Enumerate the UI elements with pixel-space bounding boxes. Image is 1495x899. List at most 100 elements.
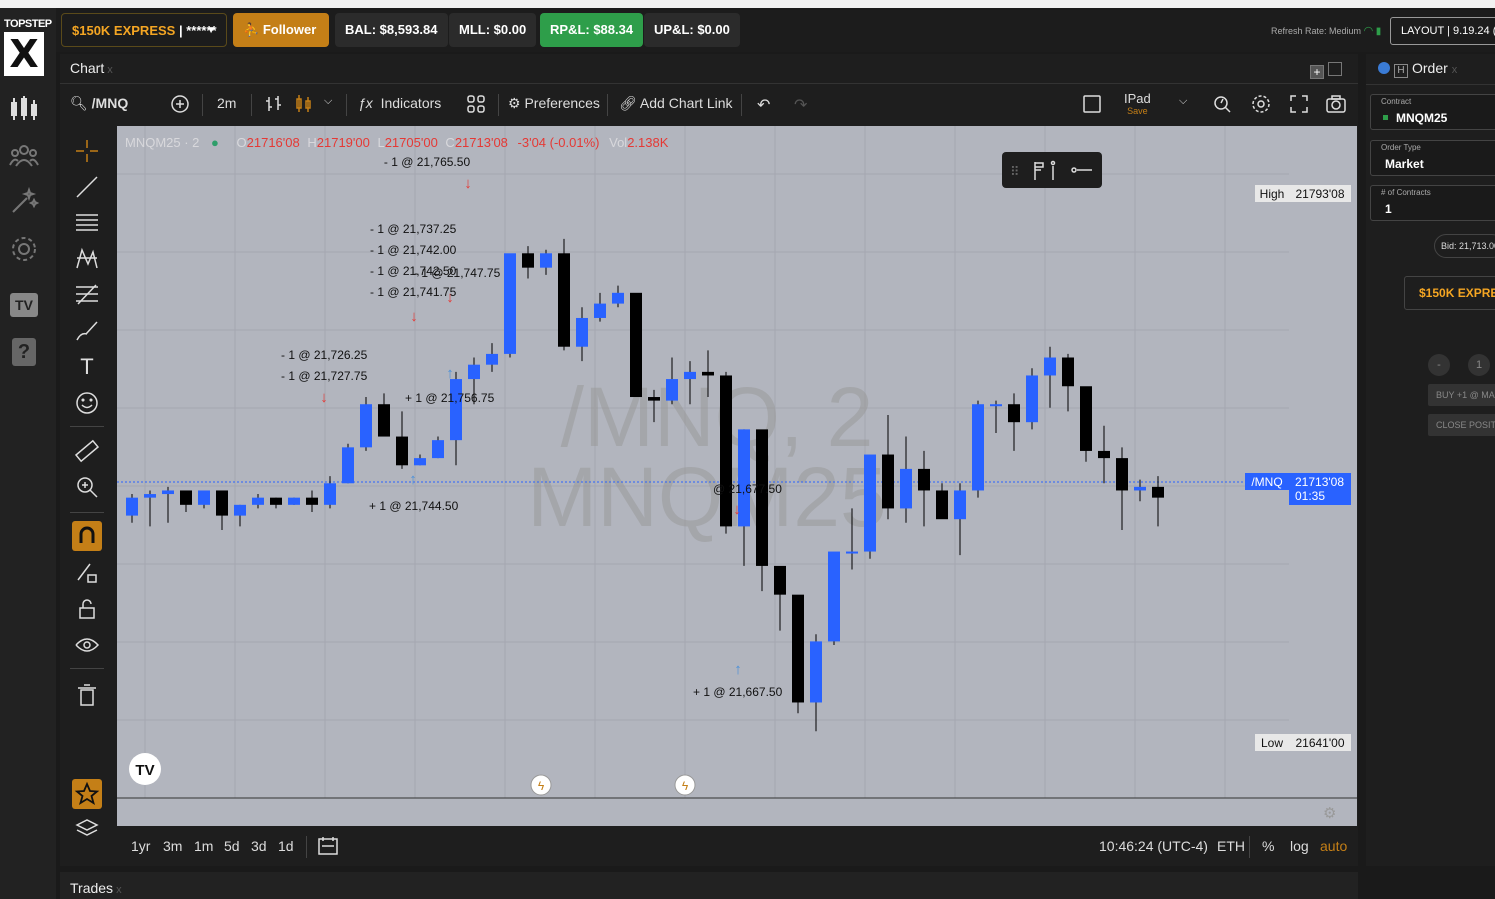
candle [522, 246, 534, 279]
tradingview-icon[interactable]: TV [10, 293, 38, 317]
redo-icon[interactable]: ↷ [794, 95, 807, 115]
emoji-icon[interactable] [74, 390, 100, 416]
tradingview-logo[interactable]: TV [129, 753, 161, 785]
help-icon[interactable]: ? [12, 338, 36, 366]
undo-icon[interactable]: ↶ [757, 95, 770, 115]
pattern-icon[interactable] [74, 246, 100, 272]
contracts-quantity-input[interactable]: # of Contracts 1 [1370, 185, 1495, 221]
range-1yr[interactable]: 1yr [131, 838, 150, 854]
indicators-button[interactable]: ƒx Indicators [358, 95, 441, 111]
maximize-panel-icon[interactable] [1328, 62, 1342, 76]
chart-settings-gear-icon[interactable] [1250, 93, 1272, 115]
add-chart-link-button[interactable]: 🔗︎ Add Chart Link [619, 95, 733, 112]
tab-chart[interactable]: Chart x [70, 60, 113, 76]
layout-chevron-icon[interactable]: ⌵ [1179, 95, 1187, 108]
trade-marker-label: - 1 @ 21,747.75 [414, 266, 501, 280]
candle-body [612, 292, 624, 304]
magnet-icon[interactable] [72, 521, 102, 551]
ruler-icon[interactable] [74, 438, 100, 464]
follower-button[interactable]: ⛹ Follower [233, 13, 329, 47]
stay-in-drawing-mode-icon[interactable] [74, 560, 100, 586]
zoom-in-icon[interactable] [74, 474, 100, 500]
magic-icon[interactable] [8, 186, 40, 218]
community-icon[interactable] [8, 140, 40, 172]
settings-gear-icon[interactable] [8, 234, 40, 266]
chart-canvas[interactable]: /MNQ, 2 MNQM25 - 1 @ 21,765.50- 1 @ 21,7… [117, 126, 1357, 826]
preferences-button[interactable]: ⚙ Preferences [508, 95, 600, 112]
fullscreen-square-icon[interactable] [1081, 93, 1103, 115]
lock-icon[interactable] [74, 596, 100, 622]
candle-body [288, 497, 300, 505]
price-chart[interactable]: /MNQ, 2 MNQM25 - 1 @ 21,765.50- 1 @ 21,7… [117, 126, 1357, 826]
fullscreen-icon[interactable] [1288, 93, 1310, 115]
contract-field[interactable]: Contract MNQM25 [1370, 94, 1495, 130]
auto-scale-toggle[interactable]: auto [1320, 838, 1347, 854]
tab-close-icon[interactable]: x [1452, 64, 1458, 76]
buy-market-button[interactable]: BUY +1 @ MA [1428, 384, 1495, 406]
toolbar-divider [202, 94, 203, 116]
clock-time[interactable]: 10:46:24 (UTC-4) [1099, 838, 1208, 854]
layout-selector[interactable]: LAYOUT | 9.19.24 (d [1390, 17, 1495, 45]
trade-marker-label: @ 21,677.50 [713, 482, 782, 496]
floating-trade-widget[interactable]: ⠿ [1002, 152, 1102, 188]
horizontal-lines-icon[interactable] [74, 210, 100, 236]
add-panel-icon[interactable]: + [1310, 65, 1324, 79]
chart-toolbar: 🔍︎ /MNQ 2m ⌵ ƒx Indicators ⚙ Preferences… [60, 84, 1358, 126]
symbol-label: /MNQ [91, 95, 129, 111]
trash-icon[interactable] [74, 682, 100, 708]
fib-retracement-icon[interactable] [74, 282, 100, 308]
symbol-search[interactable]: 🔍︎ /MNQ [70, 95, 128, 112]
brand-text: TOPSTEP [4, 18, 52, 30]
favorites-star-icon[interactable] [72, 779, 102, 809]
candle-body [1062, 357, 1074, 387]
session-toggle[interactable]: ETH [1217, 838, 1245, 854]
range-1m[interactable]: 1m [194, 838, 213, 854]
event-marker-icon[interactable]: ϟ [530, 774, 552, 796]
tab-close-icon[interactable]: x [107, 64, 113, 76]
eye-icon[interactable] [74, 632, 100, 658]
interval-button[interactable]: 2m [217, 95, 236, 111]
layout-save-button[interactable]: IPad Save [1124, 91, 1151, 116]
range-3m[interactable]: 3m [163, 838, 182, 854]
range-5d[interactable]: 5d [224, 838, 240, 854]
templates-grid-icon[interactable] [465, 93, 487, 115]
account-selector[interactable]: $150K EXPRESS | ****** ▼ [61, 13, 227, 47]
legend-low: 21705'00 [385, 135, 438, 150]
order-type-select[interactable]: Order Type Market [1370, 140, 1495, 176]
toolbar-divider [346, 94, 347, 116]
tab-close-icon[interactable]: x [116, 884, 122, 896]
quick-search-icon[interactable] [1211, 93, 1233, 115]
candle [756, 429, 768, 592]
layout-name: IPad [1124, 91, 1151, 106]
text-tool-icon[interactable]: T [74, 354, 100, 380]
candle-chart-type-icon[interactable] [293, 93, 315, 115]
candle [1026, 368, 1038, 430]
toolbar-divider [70, 426, 104, 427]
range-3d[interactable]: 3d [251, 838, 267, 854]
account-order-button[interactable]: $150K EXPRESS [1404, 276, 1495, 310]
crosshair-icon[interactable] [74, 138, 100, 164]
top-strip [0, 0, 1495, 8]
candle-body [774, 565, 786, 595]
candle-body [162, 490, 174, 495]
chart-type-chevron-icon[interactable]: ⌵ [324, 95, 332, 108]
log-scale-toggle[interactable]: log [1290, 838, 1309, 854]
range-1d[interactable]: 1d [278, 838, 294, 854]
event-marker-icon[interactable]: ϟ [674, 774, 696, 796]
brush-icon[interactable] [74, 318, 100, 344]
trading-icon[interactable] [8, 94, 40, 126]
percent-scale-toggle[interactable]: % [1262, 838, 1274, 854]
layers-icon[interactable] [74, 816, 100, 842]
decrease-quantity-button[interactable]: - [1428, 354, 1450, 376]
trend-line-icon[interactable] [74, 174, 100, 200]
candle [1134, 479, 1146, 502]
bar-chart-type-icon[interactable] [263, 93, 285, 115]
close-position-button[interactable]: CLOSE POSIT [1428, 414, 1495, 436]
topstep-logo[interactable]: TOPSTEP X [4, 18, 52, 82]
tab-trades[interactable]: Trades x [70, 880, 122, 896]
compare-add-icon[interactable] [169, 93, 191, 115]
refresh-rate[interactable]: Refresh Rate: Medium ◠ ▮ [1271, 24, 1381, 37]
date-range-icon[interactable] [317, 836, 339, 856]
camera-screenshot-icon[interactable] [1325, 93, 1347, 115]
tab-order[interactable]: H Order x [1378, 60, 1457, 78]
